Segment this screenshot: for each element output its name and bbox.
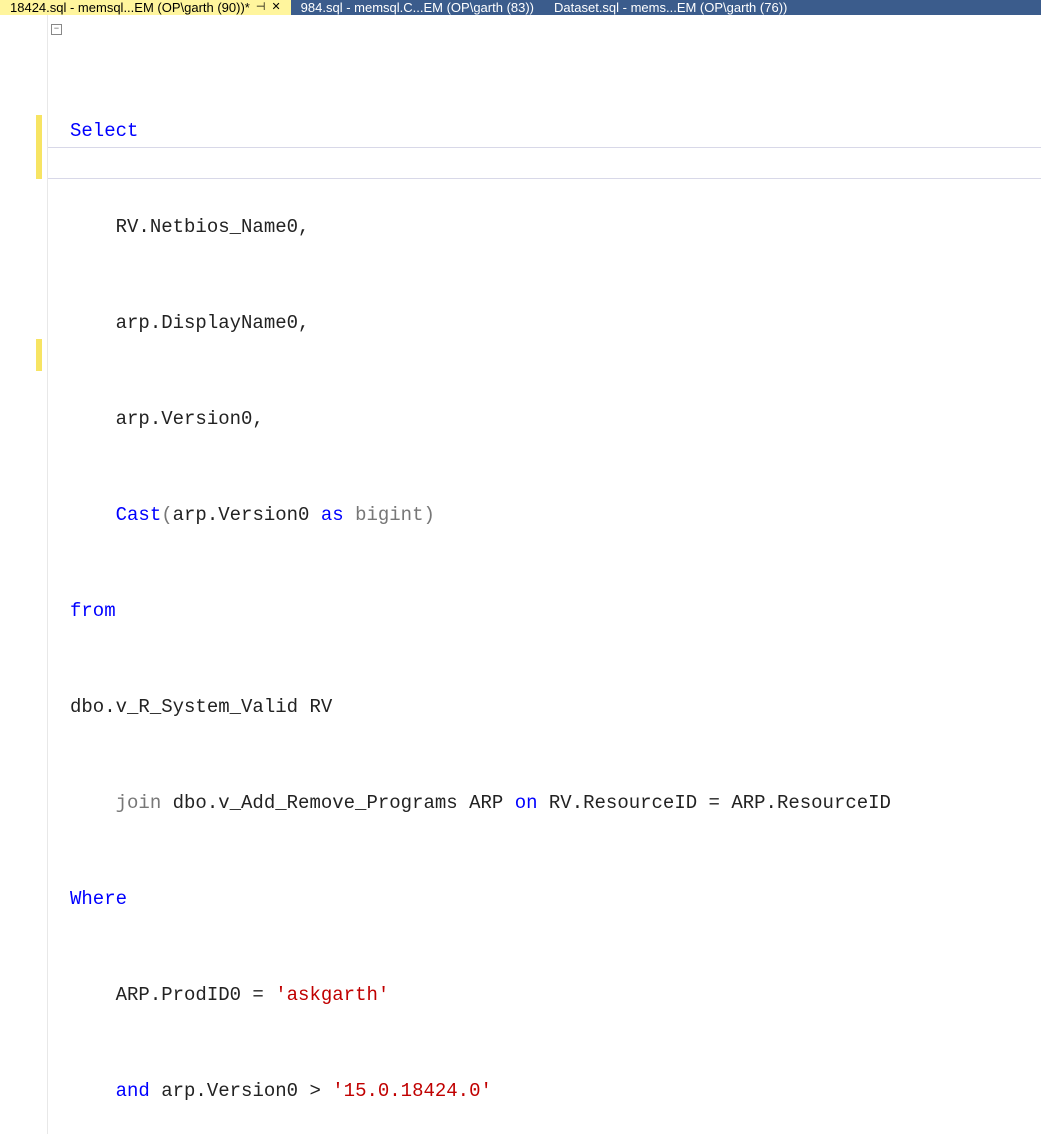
code-text: Cast(arp.Version0 as bigint) [70, 504, 435, 526]
code-text: join dbo.v_Add_Remove_Programs ARP on RV… [70, 792, 891, 814]
code-text: dbo.v_R_System_Valid RV [70, 696, 332, 718]
modification-marker [36, 339, 42, 371]
modification-marker [36, 115, 42, 147]
sql-keyword: Where [70, 888, 127, 910]
code-text: ARP.ProdID0 = 'askgarth' [70, 984, 389, 1006]
tab-file-984[interactable]: 984.sql - memsql.C...EM (OP\garth (83)) [291, 0, 544, 15]
code-text: arp.Version0, [70, 408, 264, 430]
sql-keyword: from [70, 600, 116, 622]
document-tabbar: 18424.sql - memsql...EM (OP\garth (90))*… [0, 0, 1041, 15]
tab-label: Dataset.sql - mems...EM (OP\garth (76)) [554, 0, 787, 15]
close-icon[interactable]: ✕ [271, 2, 280, 13]
sql-keyword: Select [70, 120, 138, 142]
pin-icon[interactable]: ⊣ [256, 2, 266, 13]
tab-label: 984.sql - memsql.C...EM (OP\garth (83)) [301, 0, 534, 15]
collapse-toggle-icon[interactable]: − [51, 24, 62, 35]
tab-label: 18424.sql - memsql...EM (OP\garth (90))* [10, 0, 250, 15]
code-editor[interactable]: − Select RV.Netbios_Name0, arp.DisplayNa… [0, 15, 1041, 1134]
current-line-highlight [48, 147, 1041, 179]
modification-marker [36, 147, 42, 179]
code-text: arp.DisplayName0, [70, 312, 309, 334]
tab-file-dataset[interactable]: Dataset.sql - mems...EM (OP\garth (76)) [544, 0, 797, 15]
tab-file-18424[interactable]: 18424.sql - memsql...EM (OP\garth (90))*… [0, 0, 291, 15]
editor-gutter [0, 15, 48, 1134]
code-text: RV.Netbios_Name0, [70, 216, 309, 238]
code-text: and arp.Version0 > '15.0.18424.0' [70, 1080, 492, 1102]
code-content[interactable]: Select RV.Netbios_Name0, arp.DisplayName… [48, 15, 1041, 1134]
